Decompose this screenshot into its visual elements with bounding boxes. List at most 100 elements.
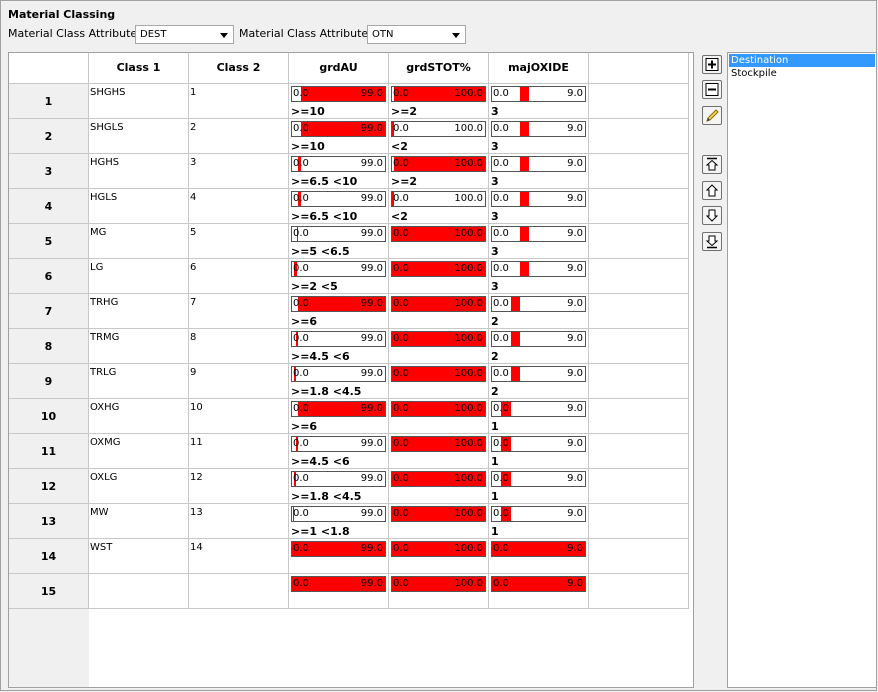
range-slider[interactable]: 0.0 9.0 <box>491 261 586 277</box>
class1-cell[interactable]: TRLG <box>89 364 189 399</box>
range-slider[interactable]: 0.0 9.0 <box>491 506 586 522</box>
class1-cell[interactable]: SHGHS <box>89 84 189 119</box>
class1-cell[interactable]: HGHS <box>89 154 189 189</box>
class1-cell[interactable]: MW <box>89 504 189 539</box>
add-row-button[interactable] <box>702 55 722 74</box>
st-range-cell[interactable]: 0.0 100.0 <box>389 364 489 399</box>
row-header[interactable]: 8 <box>9 329 89 364</box>
row-header[interactable]: 12 <box>9 469 89 504</box>
row-header[interactable]: 10 <box>9 399 89 434</box>
list-item[interactable]: Stockpile <box>729 67 875 80</box>
range-slider[interactable]: 0.0 99.0 <box>291 471 386 487</box>
attr2-select[interactable]: OTN <box>367 25 466 44</box>
row-header[interactable]: 9 <box>9 364 89 399</box>
range-slider[interactable]: 0.0 100.0 <box>391 576 486 592</box>
ox-range-cell[interactable]: 0.0 9.0 2 <box>489 294 589 329</box>
range-slider[interactable]: 0.0 99.0 <box>291 541 386 557</box>
range-slider[interactable]: 0.0 9.0 <box>491 156 586 172</box>
st-range-cell[interactable]: 0.0 100.0 <box>389 399 489 434</box>
range-slider[interactable]: 0.0 99.0 <box>291 86 386 102</box>
range-slider[interactable]: 0.0 99.0 <box>291 506 386 522</box>
range-slider[interactable]: 0.0 9.0 <box>491 366 586 382</box>
range-slider[interactable]: 0.0 100.0 <box>391 261 486 277</box>
au-range-cell[interactable]: 0.0 99.0 >=6 <box>289 294 389 329</box>
row-header[interactable]: 15 <box>9 574 89 609</box>
range-slider[interactable]: 0.0 100.0 <box>391 296 486 312</box>
st-range-cell[interactable]: 0.0 100.0 <2 <box>389 119 489 154</box>
class2-cell[interactable]: 13 <box>189 504 289 539</box>
au-range-cell[interactable]: 0.0 99.0 >=5 <6.5 <box>289 224 389 259</box>
au-range-cell[interactable]: 0.0 99.0 >=6.5 <10 <box>289 189 389 224</box>
column-header-grdau[interactable]: grdAU <box>289 53 389 84</box>
range-slider[interactable]: 0.0 9.0 <box>491 401 586 417</box>
au-range-cell[interactable]: 0.0 99.0 >=1.8 <4.5 <box>289 469 389 504</box>
class2-cell[interactable]: 6 <box>189 259 289 294</box>
ox-range-cell[interactable]: 0.0 9.0 1 <box>489 504 589 539</box>
range-slider[interactable]: 0.0 99.0 <box>291 261 386 277</box>
st-range-cell[interactable]: 0.0 100.0 <box>389 539 489 574</box>
range-slider[interactable]: 0.0 100.0 <box>391 121 486 137</box>
range-slider[interactable]: 0.0 99.0 <box>291 401 386 417</box>
range-slider[interactable]: 0.0 99.0 <box>291 296 386 312</box>
range-slider[interactable]: 0.0 9.0 <box>491 121 586 137</box>
range-slider[interactable]: 0.0 99.0 <box>291 156 386 172</box>
range-slider[interactable]: 0.0 100.0 <box>391 226 486 242</box>
class1-cell[interactable]: OXMG <box>89 434 189 469</box>
move-down-button[interactable] <box>702 206 722 225</box>
class1-cell[interactable]: TRHG <box>89 294 189 329</box>
au-range-cell[interactable]: 0.0 99.0 >=4.5 <6 <box>289 434 389 469</box>
range-slider[interactable]: 0.0 9.0 <box>491 471 586 487</box>
st-range-cell[interactable]: 0.0 100.0 <box>389 504 489 539</box>
st-range-cell[interactable]: 0.0 100.0 <box>389 224 489 259</box>
row-header[interactable]: 11 <box>9 434 89 469</box>
st-range-cell[interactable]: 0.0 100.0 <box>389 294 489 329</box>
class2-cell[interactable]: 7 <box>189 294 289 329</box>
class1-cell[interactable]: MG <box>89 224 189 259</box>
class1-cell[interactable]: LG <box>89 259 189 294</box>
column-header-class2[interactable]: Class 2 <box>189 53 289 84</box>
st-range-cell[interactable]: 0.0 100.0 <box>389 434 489 469</box>
ox-range-cell[interactable]: 0.0 9.0 2 <box>489 329 589 364</box>
class1-cell[interactable]: OXLG <box>89 469 189 504</box>
row-header[interactable]: 5 <box>9 224 89 259</box>
range-slider[interactable]: 0.0 9.0 <box>491 541 586 557</box>
class1-cell[interactable]: OXHG <box>89 399 189 434</box>
class2-cell[interactable]: 1 <box>189 84 289 119</box>
row-header[interactable]: 14 <box>9 539 89 574</box>
ox-range-cell[interactable]: 0.0 9.0 3 <box>489 119 589 154</box>
remove-row-button[interactable] <box>702 80 722 99</box>
au-range-cell[interactable]: 0.0 99.0 >=10 <box>289 84 389 119</box>
ox-range-cell[interactable]: 0.0 9.0 1 <box>489 469 589 504</box>
range-slider[interactable]: 0.0 100.0 <box>391 366 486 382</box>
ox-range-cell[interactable]: 0.0 9.0 1 <box>489 399 589 434</box>
range-slider[interactable]: 0.0 9.0 <box>491 86 586 102</box>
class1-cell[interactable]: SHGLS <box>89 119 189 154</box>
range-slider[interactable]: 0.0 100.0 <box>391 401 486 417</box>
row-header[interactable]: 6 <box>9 259 89 294</box>
st-range-cell[interactable]: 0.0 100.0 >=2 <box>389 84 489 119</box>
range-slider[interactable]: 0.0 99.0 <box>291 191 386 207</box>
row-header[interactable]: 2 <box>9 119 89 154</box>
st-range-cell[interactable]: 0.0 100.0 <box>389 329 489 364</box>
range-slider[interactable]: 0.0 9.0 <box>491 226 586 242</box>
class2-cell[interactable]: 4 <box>189 189 289 224</box>
column-header-class1[interactable]: Class 1 <box>89 53 189 84</box>
attr1-select[interactable]: DEST <box>135 25 234 44</box>
au-range-cell[interactable]: 0.0 99.0 <box>289 574 389 609</box>
range-slider[interactable]: 0.0 99.0 <box>291 226 386 242</box>
move-up-button[interactable] <box>702 181 722 200</box>
range-slider[interactable]: 0.0 9.0 <box>491 331 586 347</box>
class2-cell[interactable]: 3 <box>189 154 289 189</box>
classing-grid[interactable]: Class 1 Class 2 grdAU grdSTOT% majOXIDE … <box>8 52 694 688</box>
range-slider[interactable]: 0.0 100.0 <box>391 436 486 452</box>
class2-cell[interactable]: 9 <box>189 364 289 399</box>
move-bottom-button[interactable] <box>702 232 722 251</box>
au-range-cell[interactable]: 0.0 99.0 >=6 <box>289 399 389 434</box>
range-slider[interactable]: 0.0 100.0 <box>391 156 486 172</box>
range-slider[interactable]: 0.0 99.0 <box>291 331 386 347</box>
row-header[interactable]: 1 <box>9 84 89 119</box>
attribute-value-list[interactable]: Destination Stockpile <box>727 52 877 688</box>
st-range-cell[interactable]: 0.0 100.0 <box>389 574 489 609</box>
range-slider[interactable]: 0.0 100.0 <box>391 471 486 487</box>
ox-range-cell[interactable]: 0.0 9.0 3 <box>489 154 589 189</box>
